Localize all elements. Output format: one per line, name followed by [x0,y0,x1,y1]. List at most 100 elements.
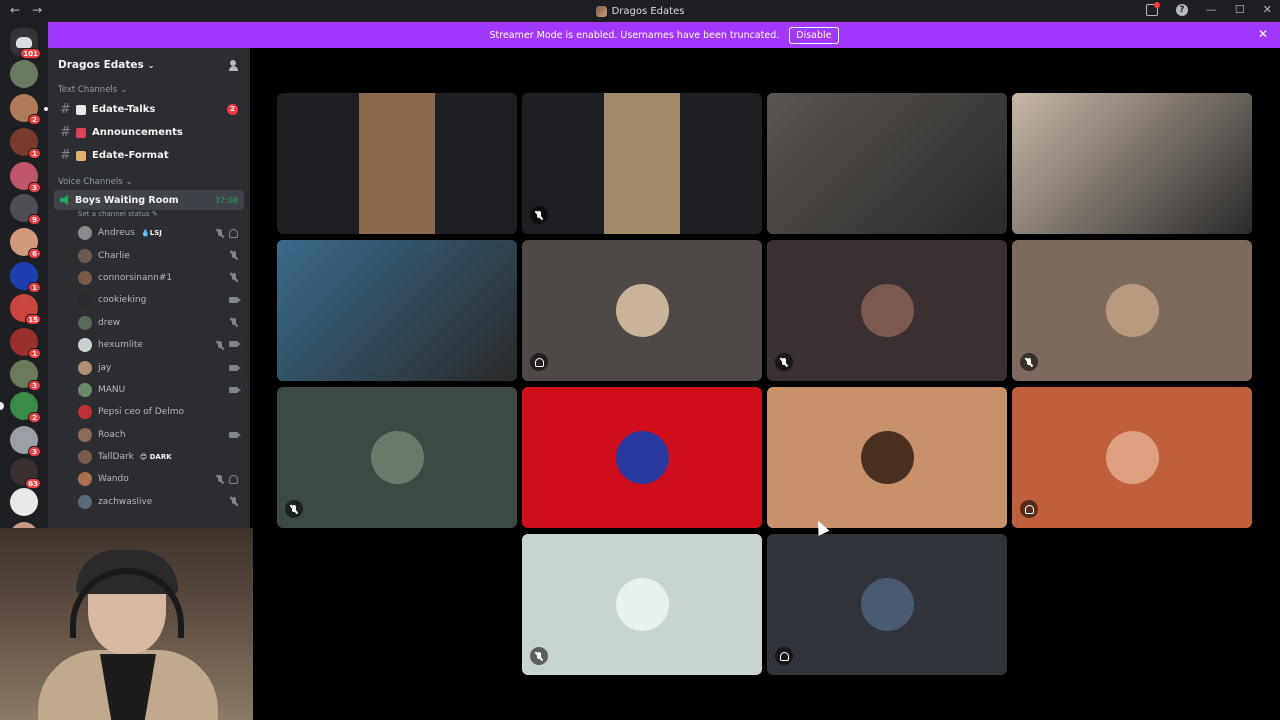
participant-tile[interactable] [1012,387,1252,528]
server-icon[interactable]: 63 [10,458,41,489]
participant-tile[interactable] [522,240,762,381]
voice-member[interactable]: Charlie [48,244,250,266]
channel-status-hint[interactable]: Set a channel status ✎ [48,210,250,222]
category-voice-channels[interactable]: Voice Channels ⌄ [48,174,250,190]
server-icon[interactable] [10,488,38,516]
video-tile[interactable] [1012,93,1252,234]
channel-emoji-icon [76,150,86,161]
participant-tile[interactable] [522,387,762,528]
hash-icon: # [60,102,71,117]
avatar [78,270,92,285]
avatar [78,382,92,397]
participant-tile[interactable] [522,534,762,675]
voice-channel-label: Boys Waiting Room [75,194,179,206]
voice-member[interactable]: Pepsi ceo of Delmo [48,401,250,423]
member-status-icons [229,386,241,393]
notification-badge: 3 [28,182,41,193]
mention-count: 2 [227,104,238,115]
mic-muted-icon [230,251,238,260]
voice-member[interactable]: Andreus 💧LSJ [48,222,250,244]
voice-member[interactable]: hexumlite [48,334,250,356]
voice-member[interactable]: connorsinann#1 [48,267,250,289]
participant-tile[interactable] [277,387,517,528]
voice-channel-boys-waiting-room[interactable]: Boys Waiting Room 37:08 [54,190,244,210]
category-text-channels[interactable]: Text Channels ⌄ [48,82,250,98]
channel-label: Edate-Format [92,150,169,161]
video-tile[interactable] [767,93,1007,234]
voice-member[interactable]: Wando [48,468,250,490]
participant-tile[interactable] [767,387,1007,528]
avatar [78,405,92,420]
channel-sidebar: Dragos Edates ⌄ Text Channels ⌄ # Edate-Tal… [44,48,250,530]
server-icon[interactable]: 1 [10,328,41,359]
server-icon[interactable]: 2 [0,392,41,423]
text-channel-list: # Edate-Talks 2 # Announcements # Edate-Format [44,98,250,167]
server-icon[interactable]: 1 [10,128,41,159]
server-icon[interactable] [10,60,38,88]
camera-icon [229,340,241,347]
member-status-icons [229,297,241,304]
server-name: Dragos Edates [58,59,144,71]
deafened-indicator [775,647,793,665]
muted-indicator [530,206,548,224]
avatar [78,450,92,465]
voice-channel-timer: 37:08 [214,195,238,205]
member-name: hexumlite [98,340,143,351]
server-icon[interactable]: 3 [10,162,41,193]
notification-badge: 15 [25,314,41,325]
voice-member[interactable]: zachwaslive [48,491,250,513]
forward-icon[interactable]: → [32,3,42,17]
server-icon[interactable]: 3 [10,360,41,391]
member-status-icons [230,251,238,260]
participant-tile[interactable] [767,534,1007,675]
video-tile[interactable] [522,93,762,234]
member-name: drew [98,317,121,328]
video-feed [767,93,1007,234]
text-channel-announcements[interactable]: # Announcements [54,121,244,144]
voice-member[interactable]: Roach [48,424,250,446]
server-icon[interactable]: 6 [10,228,41,259]
invite-icon[interactable] [229,59,240,71]
inbox-icon[interactable] [1145,1,1160,16]
member-name: Pepsi ceo of Delmo [98,407,185,418]
server-icon[interactable]: 15 [10,294,41,325]
participant-tile[interactable] [1012,240,1252,381]
participant-tile[interactable] [767,240,1007,381]
voice-member[interactable]: cookieking [48,289,250,311]
video-feed [277,240,517,381]
maximize-button[interactable]: ☐ [1235,3,1245,16]
video-tile[interactable] [277,240,517,381]
voice-member[interactable]: TallDark 😊 DARK [48,446,250,468]
video-tile[interactable] [277,93,517,234]
member-status-icons [229,364,241,371]
home-button[interactable]: 101 [10,28,41,59]
text-channel-edate-talks[interactable]: # Edate-Talks 2 [44,98,244,121]
avatar [78,248,92,263]
chevron-down-icon: ⌄ [147,61,155,70]
notification-badge: 1 [28,282,41,293]
chevron-down-icon: ⌄ [120,85,128,95]
text-channel-edate-format[interactable]: # Edate-Format [54,144,244,167]
server-header[interactable]: Dragos Edates ⌄ [48,48,250,82]
member-name: jay [98,362,112,373]
voice-member[interactable]: MANU [48,379,250,401]
close-window-button[interactable]: ✕ [1263,3,1272,16]
member-name: Charlie [98,250,130,261]
notification-badge: 6 [28,248,41,259]
back-icon[interactable]: ← [10,3,20,17]
minimize-button[interactable]: — [1206,3,1217,16]
notification-badge: 3 [28,380,41,391]
participant-avatar [1106,431,1159,484]
notification-badge: 2 [28,412,41,423]
disable-streamer-mode-button[interactable]: Disable [789,26,839,44]
server-icon[interactable]: 3 [10,426,41,457]
banner-close-icon[interactable]: ✕ [1258,27,1268,41]
member-name: zachwaslive [98,496,153,507]
server-icon[interactable]: 1 [10,262,41,293]
help-icon[interactable]: ? [1175,3,1188,16]
voice-member[interactable]: jay [48,356,250,378]
server-icon[interactable]: 9 [10,194,41,225]
server-icon[interactable]: 2 [10,94,41,125]
voice-member[interactable]: drew [48,312,250,334]
participant-avatar [616,431,669,484]
